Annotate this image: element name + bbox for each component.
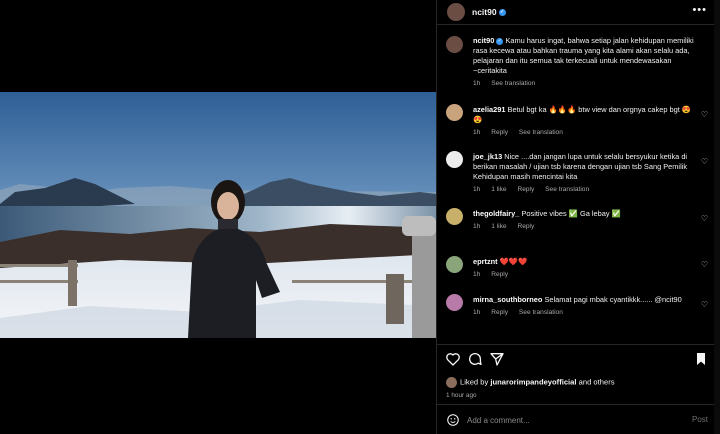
post-side-panel: ncit90 ✓ ••• ncit90 ✓ Kamu harus ingat, ba… xyxy=(436,0,720,434)
comment-username[interactable]: eprtznt xyxy=(473,257,498,266)
post-photo[interactable] xyxy=(0,92,436,338)
comment-text: Nice ....dan jangan lupa untuk selalu be… xyxy=(473,152,688,181)
comment-text: Positive vibes ✅ Ga lebay ✅ xyxy=(521,209,621,218)
comment-time: 1h xyxy=(473,129,481,136)
reply-button[interactable]: Reply xyxy=(517,186,534,193)
header-username[interactable]: ncit90 xyxy=(472,7,497,17)
comment-avatar[interactable] xyxy=(446,256,463,273)
reply-button[interactable]: Reply xyxy=(517,223,534,230)
like-heart-icon[interactable]: ♡ xyxy=(701,260,708,269)
comment-avatar[interactable] xyxy=(446,151,463,168)
comment-text: ❤️❤️❤️ xyxy=(499,257,528,266)
profile-avatar[interactable] xyxy=(447,3,465,21)
see-translation-link[interactable]: See translation xyxy=(545,186,589,193)
comment-avatar[interactable] xyxy=(446,294,463,311)
emoji-picker-icon[interactable] xyxy=(446,413,460,427)
share-paper-plane-icon[interactable] xyxy=(489,351,505,367)
caption-text: Kamu harus ingat, bahwa setiap jalan keh… xyxy=(473,36,694,75)
like-heart-icon[interactable] xyxy=(445,351,461,367)
post-timestamp[interactable]: 1 hour ago xyxy=(446,392,477,399)
like-heart-icon[interactable]: ♡ xyxy=(701,214,708,223)
like-heart-icon[interactable]: ♡ xyxy=(701,300,708,309)
comment-avatar[interactable] xyxy=(446,104,463,121)
caption-time: 1h xyxy=(473,80,481,87)
post-actions-bar: Liked by junarorimpandeyofficial and oth… xyxy=(437,344,720,404)
comment-time: 1h xyxy=(473,271,481,278)
liker-username[interactable]: junarorimpandeyofficial xyxy=(490,378,576,387)
comment-like-count[interactable]: 1 like xyxy=(491,186,506,193)
comment-username[interactable]: thegoldfairy_ xyxy=(473,209,519,218)
like-heart-icon[interactable]: ♡ xyxy=(701,157,708,166)
reply-button[interactable]: Reply xyxy=(491,309,508,316)
post-media-pane xyxy=(0,0,436,434)
bookmark-icon[interactable] xyxy=(693,351,709,367)
comment-time: 1h xyxy=(473,309,481,316)
comment-username[interactable]: joe_jk13 xyxy=(473,152,502,161)
comment-time: 1h xyxy=(473,223,481,230)
see-translation-link[interactable]: See translation xyxy=(519,309,563,316)
post-header: ncit90 ✓ ••• xyxy=(437,0,720,25)
post-comment-button[interactable]: Post xyxy=(692,415,708,424)
snowy-lake-photo xyxy=(0,92,436,338)
verified-badge-icon: ✓ xyxy=(496,37,504,45)
comment-time: 1h xyxy=(473,186,481,193)
liked-by-suffix[interactable]: and others xyxy=(579,378,615,387)
like-heart-icon[interactable]: ♡ xyxy=(701,110,708,119)
liked-by-prefix: Liked by xyxy=(460,377,489,387)
see-translation-link[interactable]: See translation xyxy=(491,80,535,87)
caption-username[interactable]: ncit90 xyxy=(473,36,494,45)
comment-list[interactable]: ncit90 ✓ Kamu harus ingat, bahwa setiap j… xyxy=(437,26,720,344)
comment-bubble-icon[interactable] xyxy=(467,351,483,367)
see-translation-link[interactable]: See translation xyxy=(519,129,563,136)
comment-avatar[interactable] xyxy=(446,208,463,225)
reply-button[interactable]: Reply xyxy=(491,129,508,136)
verified-badge-icon: ✓ xyxy=(498,9,506,17)
add-comment-bar: Post xyxy=(437,404,720,434)
caption-avatar[interactable] xyxy=(446,36,463,53)
comment-username[interactable]: azelia291 xyxy=(473,105,505,114)
comment-input[interactable] xyxy=(467,413,667,427)
reply-button[interactable]: Reply xyxy=(491,271,508,278)
liked-by-text: Liked by junarorimpandeyofficial and oth… xyxy=(446,377,615,388)
more-options-icon[interactable]: ••• xyxy=(692,4,707,16)
comment-like-count[interactable]: 1 like xyxy=(491,223,506,230)
window-scrollbar[interactable] xyxy=(714,0,720,434)
comment-text: Betul bgt ka 🔥🔥🔥 btw view dan orgnya cak… xyxy=(473,105,692,124)
liker-avatar xyxy=(446,377,457,388)
comment-text: Selamat pagi mbak cyantikkk...... @ncit9… xyxy=(544,295,682,304)
comment-username[interactable]: mirna_southborneo xyxy=(473,295,542,304)
